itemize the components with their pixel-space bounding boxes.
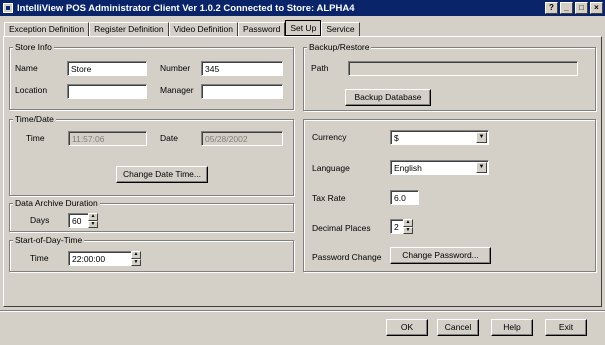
path-label: Path (311, 63, 329, 73)
decimal-places-stepper[interactable]: ▲ ▼ (403, 219, 413, 234)
days-label: Days (30, 215, 50, 225)
name-label: Name (15, 63, 38, 73)
start-of-day-legend: Start-of-Day-Time (13, 235, 85, 245)
spin-up-icon[interactable]: ▲ (88, 213, 98, 221)
location-field[interactable] (67, 84, 147, 99)
spin-up-icon[interactable]: ▲ (403, 219, 413, 227)
days-stepper[interactable]: ▲ ▼ (88, 213, 98, 228)
date-label: Date (160, 133, 178, 143)
cancel-button[interactable]: Cancel (437, 319, 479, 336)
tax-rate-label: Tax Rate (312, 193, 346, 203)
tab-set-up[interactable]: Set Up (285, 20, 322, 36)
chevron-down-icon[interactable]: ▼ (476, 132, 487, 143)
decimal-places-field[interactable]: 2 (390, 219, 404, 234)
number-label: Number (160, 63, 191, 73)
start-time-field[interactable]: 22:00:00 (68, 251, 132, 266)
change-password-button[interactable]: Change Password... (390, 247, 491, 264)
spin-down-icon[interactable]: ▼ (131, 258, 141, 266)
backup-legend: Backup/Restore (307, 42, 372, 52)
chevron-down-icon[interactable]: ▼ (476, 162, 487, 173)
language-dropdown[interactable]: English (390, 160, 489, 175)
tab-service[interactable]: Service (321, 22, 360, 36)
manager-label: Manager (160, 85, 194, 95)
minimize-icon[interactable]: _ (560, 2, 573, 14)
help-caption-button[interactable]: ? (545, 2, 558, 14)
tab-password[interactable]: Password (237, 22, 286, 36)
tab-strip: Exception Definition Register Definition… (4, 20, 360, 36)
help-button[interactable]: Help (491, 319, 533, 336)
store-info-group (9, 47, 294, 110)
ok-button[interactable]: OK (386, 319, 428, 336)
backup-database-button[interactable]: Backup Database (345, 89, 431, 106)
time-label: Time (26, 133, 45, 143)
title-bar[interactable]: IntelliView POS Administrator Client Ver… (0, 0, 605, 16)
app-icon[interactable] (3, 3, 13, 13)
maximize-icon[interactable]: □ (575, 2, 588, 14)
store-info-legend: Store Info (13, 42, 54, 52)
store-number-field[interactable]: 345 (201, 61, 283, 76)
tax-rate-field[interactable]: 6.0 (390, 190, 419, 205)
archive-legend: Data Archive Duration (13, 198, 100, 208)
tab-video-definition[interactable]: Video Definition (168, 22, 238, 36)
spin-up-icon[interactable]: ▲ (131, 251, 141, 259)
manager-field[interactable] (201, 84, 283, 99)
currency-label: Currency (312, 132, 347, 142)
tab-register-definition[interactable]: Register Definition (89, 22, 169, 36)
location-label: Location (15, 85, 48, 95)
decimal-places-label: Decimal Places (312, 223, 371, 233)
language-value: English (394, 163, 422, 173)
time-date-legend: Time/Date (13, 114, 56, 124)
start-time-label: Time (30, 253, 49, 263)
spin-down-icon[interactable]: ▼ (88, 220, 98, 228)
change-date-time-button[interactable]: Change Date Time... (116, 166, 208, 183)
start-time-stepper[interactable]: ▲ ▼ (131, 251, 141, 266)
store-name-field[interactable]: Store (67, 61, 147, 76)
currency-value: $ (394, 133, 399, 143)
window-title: IntelliView POS Administrator Client Ver… (17, 2, 355, 14)
currency-dropdown[interactable]: $ (390, 130, 489, 145)
backup-path-field (348, 61, 578, 76)
password-change-label: Password Change (312, 252, 382, 262)
days-field[interactable]: 60 (68, 213, 89, 228)
language-label: Language (312, 163, 350, 173)
date-field: 05/28/2002 (201, 131, 283, 146)
tab-exception-definition[interactable]: Exception Definition (4, 22, 90, 36)
spin-down-icon[interactable]: ▼ (403, 226, 413, 234)
close-icon[interactable]: × (590, 2, 603, 14)
exit-button[interactable]: Exit (545, 319, 587, 336)
time-field: 11:57:06 (68, 131, 147, 146)
